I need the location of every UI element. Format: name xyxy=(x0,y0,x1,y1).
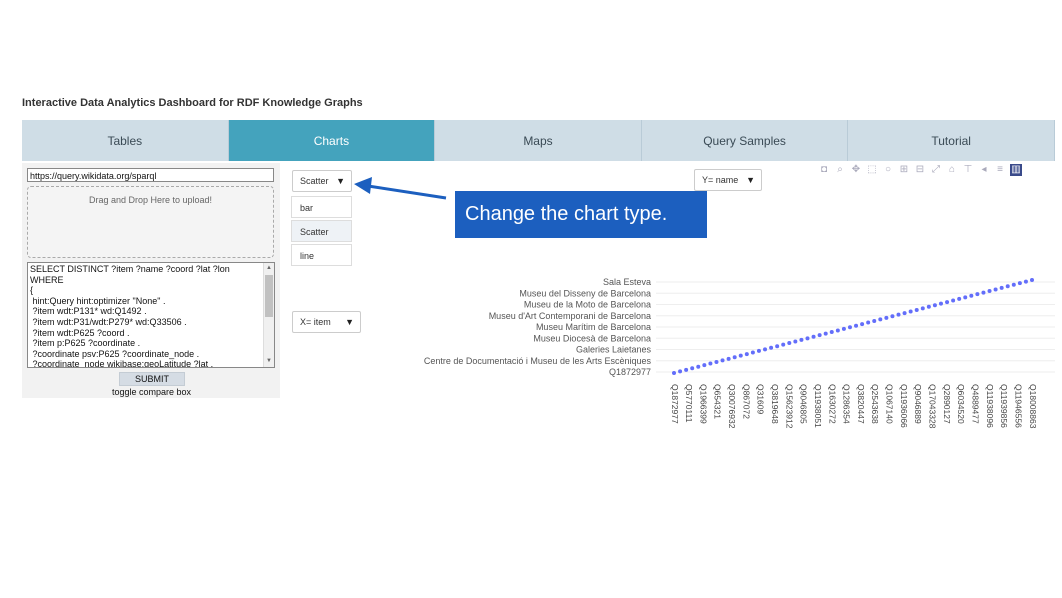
x-tick-label: Q18008863 xyxy=(1028,384,1038,429)
x-tick-label: Q11938096 xyxy=(985,384,995,428)
scatter-point[interactable] xyxy=(811,334,816,339)
scatter-point[interactable] xyxy=(720,358,725,363)
x-tick-label: Q4889477 xyxy=(970,384,980,424)
y-tick-label: Q1872977 xyxy=(609,367,651,377)
x-tick-label: Q2890127 xyxy=(942,384,952,424)
x-tick-label: Q9046889 xyxy=(913,384,923,424)
scatter-point[interactable] xyxy=(1011,282,1016,287)
scatter-point[interactable] xyxy=(708,361,713,366)
y-tick-label: Centre de Documentació i Museu de les Ar… xyxy=(424,356,652,366)
x-tick-label: Q11939856 xyxy=(999,384,1009,428)
x-tick-label: Q1067140 xyxy=(885,384,895,424)
scatter-point[interactable] xyxy=(769,345,774,350)
scatter-point[interactable] xyxy=(672,371,676,375)
x-tick-label: Q1630272 xyxy=(827,384,837,424)
scatter-point[interactable] xyxy=(896,312,901,317)
x-tick-label: Q15623912 xyxy=(784,384,794,429)
scatter-point[interactable] xyxy=(684,367,689,372)
y-tick-label: Museu Diocesà de Barcelona xyxy=(533,333,651,343)
scatter-point[interactable] xyxy=(793,339,798,344)
scatter-point[interactable] xyxy=(872,318,877,323)
scatter-point[interactable] xyxy=(738,353,743,358)
scatter-point[interactable] xyxy=(744,352,749,357)
scatter-point[interactable] xyxy=(763,347,768,352)
scatter-point[interactable] xyxy=(823,331,828,336)
scatter-point[interactable] xyxy=(945,300,950,305)
scatter-point[interactable] xyxy=(987,289,992,294)
x-tick-label: Q30076932 xyxy=(727,384,737,429)
y-tick-label: Museu d'Art Contemporani de Barcelona xyxy=(489,311,651,321)
y-tick-label: Museu Marítim de Barcelona xyxy=(536,322,651,332)
scatter-point[interactable] xyxy=(714,359,719,364)
scatter-point[interactable] xyxy=(981,290,986,295)
x-tick-label: Q2543638 xyxy=(870,384,880,424)
scatter-point[interactable] xyxy=(999,285,1004,290)
scatter-point[interactable] xyxy=(866,320,871,325)
scatter-point[interactable] xyxy=(975,292,980,297)
x-tick-label: Q5770111 xyxy=(684,384,694,423)
x-tick-label: Q867072 xyxy=(741,384,751,419)
scatter-point[interactable] xyxy=(1005,284,1010,289)
scatter-point[interactable] xyxy=(756,348,761,353)
scatter-chart: Q1872977Centre de Documentació i Museu d… xyxy=(424,277,1055,429)
scatter-point[interactable] xyxy=(726,356,731,361)
scatter-point[interactable] xyxy=(847,325,852,330)
scatter-point[interactable] xyxy=(926,304,931,309)
scatter-point[interactable] xyxy=(1017,281,1022,286)
scatter-point[interactable] xyxy=(890,314,895,319)
x-tick-label: Q9046805 xyxy=(799,384,809,424)
x-tick-label: Q1872977 xyxy=(670,384,680,424)
scatter-point[interactable] xyxy=(878,317,883,322)
scatter-point[interactable] xyxy=(829,330,834,335)
scatter-point[interactable] xyxy=(1030,278,1034,282)
x-tick-label: Q3819648 xyxy=(770,384,780,424)
scatter-point[interactable] xyxy=(993,287,998,292)
scatter-point[interactable] xyxy=(854,323,859,328)
scatter-point[interactable] xyxy=(775,344,780,349)
scatter-point[interactable] xyxy=(963,295,968,300)
scatter-point[interactable] xyxy=(678,369,683,374)
scatter-point[interactable] xyxy=(932,303,937,308)
scatter-point[interactable] xyxy=(914,307,919,312)
x-tick-label: Q31609 xyxy=(756,384,766,415)
x-tick-label: Q11936066 xyxy=(899,384,909,428)
x-tick-label: Q11946556 xyxy=(1013,384,1023,428)
scatter-point[interactable] xyxy=(690,366,695,371)
scatter-point[interactable] xyxy=(787,341,792,346)
scatter-point[interactable] xyxy=(902,311,907,316)
y-tick-label: Museu del Disseny de Barcelona xyxy=(519,288,651,298)
scatter-point[interactable] xyxy=(702,363,707,368)
y-tick-label: Museu de la Moto de Barcelona xyxy=(524,300,651,310)
y-tick-label: Galeries Laietanes xyxy=(576,345,652,355)
scatter-point[interactable] xyxy=(841,326,846,331)
scatter-point[interactable] xyxy=(884,315,889,320)
scatter-point[interactable] xyxy=(805,336,810,341)
scatter-point[interactable] xyxy=(696,364,701,369)
scatter-point[interactable] xyxy=(951,298,956,303)
scatter-point[interactable] xyxy=(920,306,925,311)
x-tick-label: Q11938051 xyxy=(813,384,823,428)
scatter-point[interactable] xyxy=(781,342,786,347)
scatter-point[interactable] xyxy=(732,355,737,360)
scatter-point[interactable] xyxy=(957,296,962,301)
scatter-point[interactable] xyxy=(938,301,943,306)
y-tick-label: Sala Esteva xyxy=(603,277,651,287)
scatter-point[interactable] xyxy=(750,350,755,355)
scatter-point[interactable] xyxy=(969,293,974,298)
x-tick-label: Q6034520 xyxy=(956,384,966,424)
scatter-point[interactable] xyxy=(799,337,804,342)
x-tick-label: Q1966399 xyxy=(698,384,708,424)
x-tick-label: Q3820447 xyxy=(856,384,866,424)
x-tick-label: Q1286354 xyxy=(842,384,852,424)
scatter-point[interactable] xyxy=(1023,279,1028,284)
scatter-point[interactable] xyxy=(817,333,822,338)
x-tick-label: Q17043328 xyxy=(928,384,938,429)
scatter-point[interactable] xyxy=(908,309,913,314)
x-tick-label: Q654321 xyxy=(713,384,723,419)
scatter-point[interactable] xyxy=(860,322,865,327)
scatter-point[interactable] xyxy=(835,328,840,333)
